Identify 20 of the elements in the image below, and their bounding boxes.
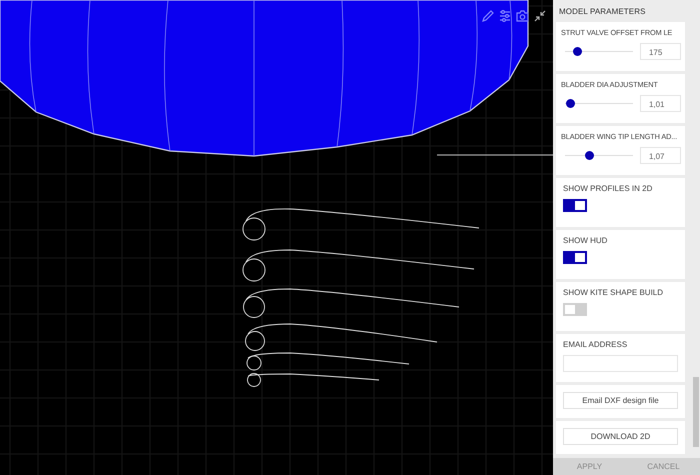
toggle-switch[interactable] [563,199,587,212]
value-field[interactable]: 1,01 [640,95,681,112]
value-field[interactable]: 175 [640,43,681,60]
slider-thumb[interactable] [566,99,575,108]
parameter-label: EMAIL ADDRESS [563,340,628,349]
parameter-label: SHOW PROFILES IN 2D [563,184,654,193]
action-button[interactable]: DOWNLOAD 2D [563,428,678,445]
parameter-label: SHOW HUD [563,236,608,245]
collapse-icon[interactable] [534,10,546,22]
pencil-icon[interactable] [482,10,494,22]
slider-thumb[interactable] [573,47,582,56]
slider-thumb[interactable] [585,151,594,160]
camera-icon[interactable] [516,10,529,22]
email-field[interactable] [563,355,678,372]
settings-sliders-icon[interactable] [499,10,511,22]
value-field[interactable]: 1,07 [640,147,681,164]
panel-title: MODEL PARAMETERS [558,6,647,17]
parameter-label: SHOW KITE SHAPE BUILD [563,288,664,297]
action-button[interactable]: Email DXF design file [563,392,678,409]
toggle-switch[interactable] [563,251,587,264]
